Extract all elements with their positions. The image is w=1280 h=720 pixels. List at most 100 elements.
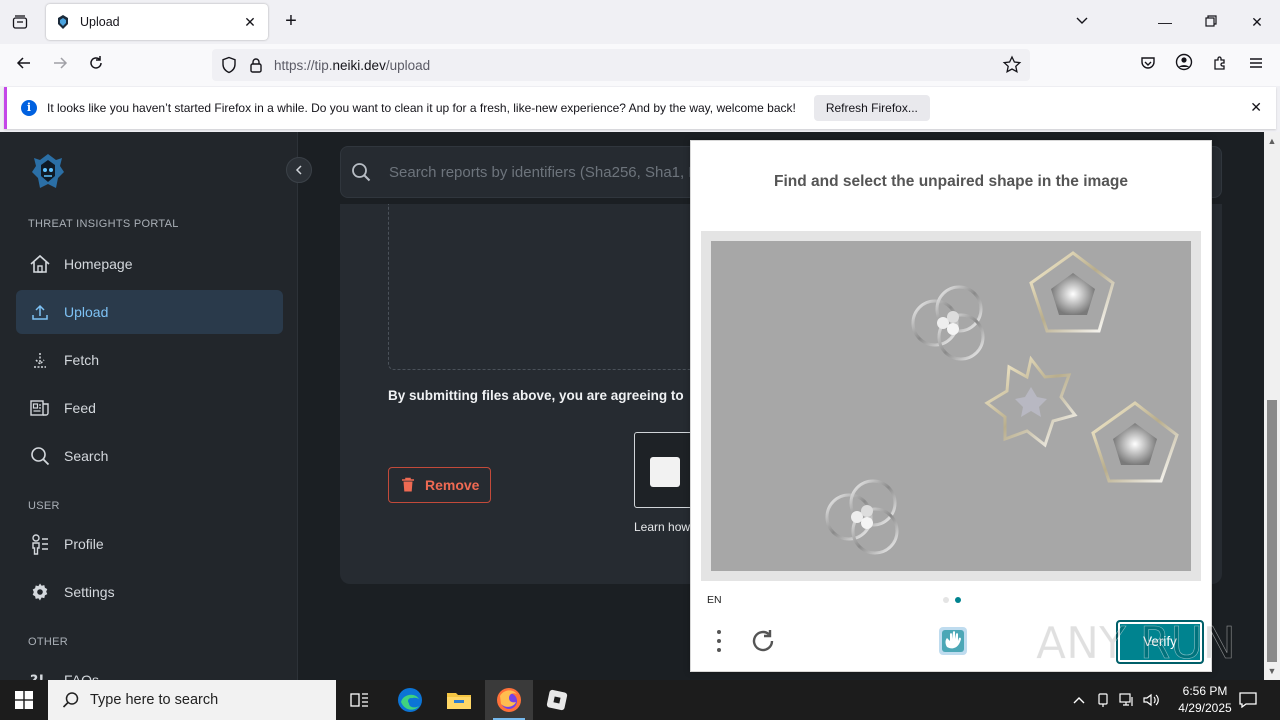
notifications-button[interactable] <box>1234 680 1262 720</box>
refresh-firefox-button[interactable]: Refresh Firefox... <box>813 95 930 121</box>
taskbar-app[interactable] <box>533 680 581 720</box>
sidebar-item-upload[interactable]: Upload <box>16 290 283 334</box>
taskbar-search-placeholder: Type here to search <box>90 692 219 708</box>
close-notification-icon[interactable]: ✕ <box>1250 99 1262 116</box>
lock-icon[interactable] <box>248 57 264 73</box>
puzzle-icon <box>1214 56 1225 70</box>
chevron-left-icon <box>295 165 302 175</box>
extensions-button[interactable] <box>1208 53 1232 77</box>
taskbar-firefox[interactable] <box>485 680 533 720</box>
sidebar-item-settings[interactable]: Settings <box>16 570 283 614</box>
info-icon: i <box>21 100 37 116</box>
learn-how-text[interactable]: Learn how <box>634 520 690 534</box>
captcha-image-canvas[interactable] <box>711 241 1191 571</box>
url-domain: neiki.dev <box>332 57 386 73</box>
captcha-image-frame <box>701 231 1201 581</box>
captcha-shapes-image <box>825 251 1179 555</box>
arrow-right-icon <box>54 57 68 69</box>
tab-title: Upload <box>80 15 120 29</box>
section-portal-label: THREAT INSIGHTS PORTAL <box>28 218 179 230</box>
taskbar-search-box[interactable]: Type here to search <box>48 680 336 720</box>
scroll-down-arrow-icon[interactable]: ▼ <box>1267 666 1277 676</box>
hcaptcha-logo-icon[interactable] <box>935 623 971 659</box>
section-other-label: OTHER <box>28 636 68 648</box>
show-hidden-icons-button[interactable] <box>1068 680 1090 720</box>
captcha-challenge-dialog: Find and select the unpaired shape in th… <box>690 140 1212 672</box>
feed-icon <box>28 396 52 420</box>
url-text: https://tip.neiki.dev/upload <box>274 58 430 73</box>
captcha-prompt: Find and select the unpaired shape in th… <box>774 173 1128 190</box>
sidebar-item-search[interactable]: Search <box>16 434 283 478</box>
taskbar-file-explorer[interactable] <box>435 680 483 720</box>
page-scrollbar[interactable]: ▲ ▼ <box>1264 132 1280 680</box>
pentagon-shape <box>1029 251 1115 333</box>
scrollbar-thumb[interactable] <box>1267 400 1277 662</box>
taskbar-clock[interactable]: 6:56 PM 4/29/2025 <box>1166 683 1244 717</box>
firefox-view-button[interactable] <box>8 10 32 34</box>
close-tab-icon[interactable]: ✕ <box>242 14 258 31</box>
sidebar-item-label: Fetch <box>64 352 100 368</box>
list-tabs-button[interactable] <box>1070 10 1094 34</box>
network-icon <box>1119 693 1133 706</box>
remove-button[interactable]: Remove <box>388 467 491 503</box>
pocket-button[interactable] <box>1136 53 1160 77</box>
collapse-sidebar-button[interactable] <box>286 157 312 183</box>
app-menu-button[interactable] <box>1244 53 1268 77</box>
sidebar-item-label: Feed <box>64 400 96 416</box>
sidebar-item-label: FAQs <box>64 672 100 680</box>
navigation-toolbar: https://tip.neiki.dev/upload <box>0 44 1280 86</box>
more-options-icon[interactable] <box>709 627 729 655</box>
close-window-button[interactable]: ✕ <box>1245 10 1269 34</box>
sidebar-item-faqs[interactable]: ?! FAQs <box>16 658 283 680</box>
sidebar-item-profile[interactable]: Profile <box>16 522 283 566</box>
edge-browser-icon <box>398 688 422 712</box>
taskbar-edge[interactable] <box>386 680 434 720</box>
account-button[interactable] <box>1172 53 1196 77</box>
sidebar-item-fetch[interactable]: Fetch <box>16 338 283 382</box>
trash-icon <box>402 477 414 492</box>
section-user-label: USER <box>28 500 60 512</box>
remove-button-label: Remove <box>425 477 480 493</box>
forward-button[interactable] <box>48 53 72 77</box>
restore-button[interactable] <box>1199 10 1223 34</box>
search-icon <box>28 444 52 468</box>
usb-device-icon <box>1098 693 1108 707</box>
roblox-app-icon <box>546 689 568 711</box>
tray-device-icon[interactable] <box>1092 680 1114 720</box>
volume-button[interactable] <box>1138 680 1164 720</box>
back-button[interactable] <box>12 53 36 77</box>
page-dot-2 <box>955 597 961 603</box>
verify-button[interactable]: Verify <box>1116 620 1204 664</box>
fetch-icon <box>28 348 52 372</box>
network-button[interactable] <box>1116 680 1138 720</box>
shield-icon[interactable] <box>220 56 238 74</box>
faq-icon: ?! <box>28 668 52 680</box>
captcha-checkbox[interactable] <box>650 457 680 487</box>
firefox-icon <box>497 688 521 712</box>
speaker-icon <box>1143 693 1159 707</box>
action-center-icon <box>1239 692 1257 708</box>
portal-logo-icon <box>32 154 64 188</box>
tab-upload[interactable]: Upload ✕ <box>46 4 268 40</box>
profile-icon <box>28 532 52 556</box>
language-selector[interactable]: EN <box>707 594 722 606</box>
new-tab-button[interactable]: + <box>280 10 302 34</box>
windows-logo-icon <box>15 691 33 709</box>
sidebar-item-homepage[interactable]: Homepage <box>16 242 283 286</box>
reload-button[interactable] <box>84 53 108 77</box>
refresh-challenge-icon[interactable] <box>749 627 777 655</box>
clover-shape <box>911 285 985 361</box>
sidebar-item-label: Search <box>64 448 109 464</box>
hamburger-menu-icon <box>1250 58 1262 68</box>
sidebar-item-feed[interactable]: Feed <box>16 386 283 430</box>
bookmark-star-icon[interactable] <box>1002 55 1022 75</box>
clover-shape <box>825 479 899 555</box>
scroll-up-arrow-icon[interactable]: ▲ <box>1267 136 1277 146</box>
firefox-view-icon <box>12 15 28 29</box>
task-view-button[interactable] <box>336 680 384 720</box>
pentagon-shape <box>1091 401 1179 483</box>
firefox-refresh-notification: i It looks like you haven’t started Fire… <box>4 87 1276 129</box>
address-bar[interactable]: https://tip.neiki.dev/upload <box>212 49 1030 81</box>
start-button[interactable] <box>0 680 48 720</box>
minimize-button[interactable]: — <box>1153 10 1177 34</box>
